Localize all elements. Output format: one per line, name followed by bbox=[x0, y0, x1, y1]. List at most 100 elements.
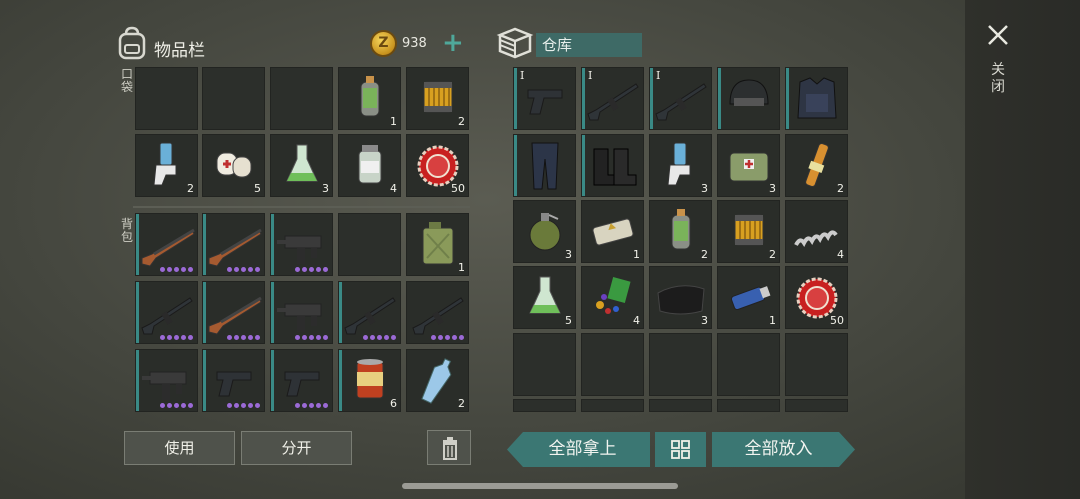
grid-icon bbox=[671, 440, 690, 459]
rarity-dot bbox=[295, 335, 300, 340]
item-slot[interactable]: 5 bbox=[202, 134, 265, 197]
item-slot[interactable]: 2 bbox=[785, 134, 848, 197]
item-slot[interactable]: 3 bbox=[717, 134, 780, 197]
crate-icon bbox=[496, 27, 534, 59]
item-slot[interactable]: 4 bbox=[785, 200, 848, 263]
right-panel-strip bbox=[965, 0, 1080, 499]
item-count: 6 bbox=[390, 397, 397, 410]
rarity-dot bbox=[309, 267, 314, 272]
rarity-dot bbox=[323, 335, 328, 340]
item-slot[interactable]: 2 bbox=[406, 349, 469, 412]
item-slot[interactable]: 2 bbox=[135, 134, 198, 197]
put-all-button[interactable]: 全部放入 bbox=[712, 432, 845, 467]
item-count: 50 bbox=[451, 182, 465, 195]
item-slot[interactable]: 50 bbox=[785, 266, 848, 329]
home-indicator bbox=[402, 483, 678, 489]
organize-button[interactable] bbox=[655, 432, 706, 467]
coin-count: 938 bbox=[402, 36, 427, 51]
item-slot[interactable]: I bbox=[513, 67, 576, 130]
item-slot[interactable] bbox=[270, 213, 333, 276]
empty-slot[interactable] bbox=[270, 67, 333, 130]
item-slot[interactable]: 3 bbox=[513, 200, 576, 263]
rarity-dot bbox=[438, 335, 443, 340]
empty-slot[interactable] bbox=[717, 333, 780, 396]
item-slot[interactable] bbox=[202, 213, 265, 276]
close-icon[interactable] bbox=[986, 23, 1010, 47]
item-slot[interactable]: 3 bbox=[649, 134, 712, 197]
rarity-dots bbox=[363, 335, 396, 340]
item-slot[interactable]: 3 bbox=[649, 266, 712, 329]
item-slot[interactable]: 5 bbox=[513, 266, 576, 329]
rarity-dot bbox=[241, 335, 246, 340]
close-label[interactable]: 关闭 bbox=[990, 62, 1006, 96]
item-slot[interactable] bbox=[135, 213, 198, 276]
item-count: 3 bbox=[701, 314, 708, 327]
rarity-dot bbox=[370, 335, 375, 340]
rarity-dot bbox=[363, 335, 368, 340]
item-slot[interactable] bbox=[135, 281, 198, 344]
empty-slot[interactable] bbox=[581, 333, 644, 396]
empty-slot[interactable] bbox=[649, 399, 712, 412]
item-slot[interactable] bbox=[785, 67, 848, 130]
empty-slot[interactable] bbox=[513, 399, 576, 412]
item-slot[interactable] bbox=[581, 134, 644, 197]
pocket-label: 口袋 bbox=[120, 67, 133, 94]
item-count: 3 bbox=[322, 182, 329, 195]
rarity-dot bbox=[302, 267, 307, 272]
item-slot[interactable]: I bbox=[581, 67, 644, 130]
item-slot[interactable] bbox=[270, 281, 333, 344]
item-slot[interactable] bbox=[202, 281, 265, 344]
rarity-dot bbox=[174, 267, 179, 272]
item-slot[interactable]: 50 bbox=[406, 134, 469, 197]
rarity-dot bbox=[323, 403, 328, 408]
empty-slot[interactable] bbox=[338, 213, 401, 276]
empty-slot[interactable] bbox=[581, 399, 644, 412]
empty-slot[interactable] bbox=[513, 333, 576, 396]
empty-slot[interactable] bbox=[202, 67, 265, 130]
item-slot[interactable] bbox=[338, 281, 401, 344]
item-slot[interactable]: 2 bbox=[406, 67, 469, 130]
rarity-dot bbox=[241, 403, 246, 408]
item-slot[interactable]: 1 bbox=[406, 213, 469, 276]
item-slot[interactable]: 1 bbox=[717, 266, 780, 329]
empty-slot[interactable] bbox=[717, 399, 780, 412]
rarity-dot bbox=[234, 335, 239, 340]
item-slot[interactable]: 1 bbox=[581, 200, 644, 263]
item-count: 4 bbox=[633, 314, 640, 327]
item-slot[interactable]: 1 bbox=[338, 67, 401, 130]
empty-slot[interactable] bbox=[785, 333, 848, 396]
use-button[interactable]: 使用 bbox=[124, 431, 235, 465]
rarity-dot bbox=[188, 403, 193, 408]
rarity-dot bbox=[295, 403, 300, 408]
empty-slot[interactable] bbox=[785, 399, 848, 412]
item-slot[interactable] bbox=[513, 134, 576, 197]
item-slot[interactable] bbox=[717, 67, 780, 130]
item-slot[interactable]: 4 bbox=[338, 134, 401, 197]
rarity-dot bbox=[255, 403, 260, 408]
item-slot[interactable]: 2 bbox=[717, 200, 780, 263]
item-count: 5 bbox=[565, 314, 572, 327]
item-slot[interactable]: I bbox=[649, 67, 712, 130]
rarity-dot bbox=[227, 267, 232, 272]
item-slot[interactable] bbox=[406, 281, 469, 344]
empty-slot[interactable] bbox=[649, 333, 712, 396]
item-slot[interactable]: 4 bbox=[581, 266, 644, 329]
rarity-dots bbox=[227, 403, 260, 408]
rarity-dot bbox=[295, 267, 300, 272]
item-slot[interactable] bbox=[270, 349, 333, 412]
rarity-dot bbox=[384, 335, 389, 340]
item-slot[interactable]: 3 bbox=[270, 134, 333, 197]
empty-slot[interactable] bbox=[135, 67, 198, 130]
item-tier: I bbox=[588, 69, 593, 82]
item-slot[interactable] bbox=[135, 349, 198, 412]
item-slot[interactable] bbox=[202, 349, 265, 412]
split-button[interactable]: 分开 bbox=[241, 431, 352, 465]
item-count: 50 bbox=[830, 314, 844, 327]
add-coins-button[interactable]: + bbox=[442, 28, 464, 58]
item-count: 2 bbox=[701, 248, 708, 261]
discard-button[interactable] bbox=[427, 430, 471, 465]
item-slot[interactable]: 6 bbox=[338, 349, 401, 412]
item-slot[interactable]: 2 bbox=[649, 200, 712, 263]
take-all-button[interactable]: 全部拿上 bbox=[515, 432, 650, 467]
item-count: 3 bbox=[565, 248, 572, 261]
